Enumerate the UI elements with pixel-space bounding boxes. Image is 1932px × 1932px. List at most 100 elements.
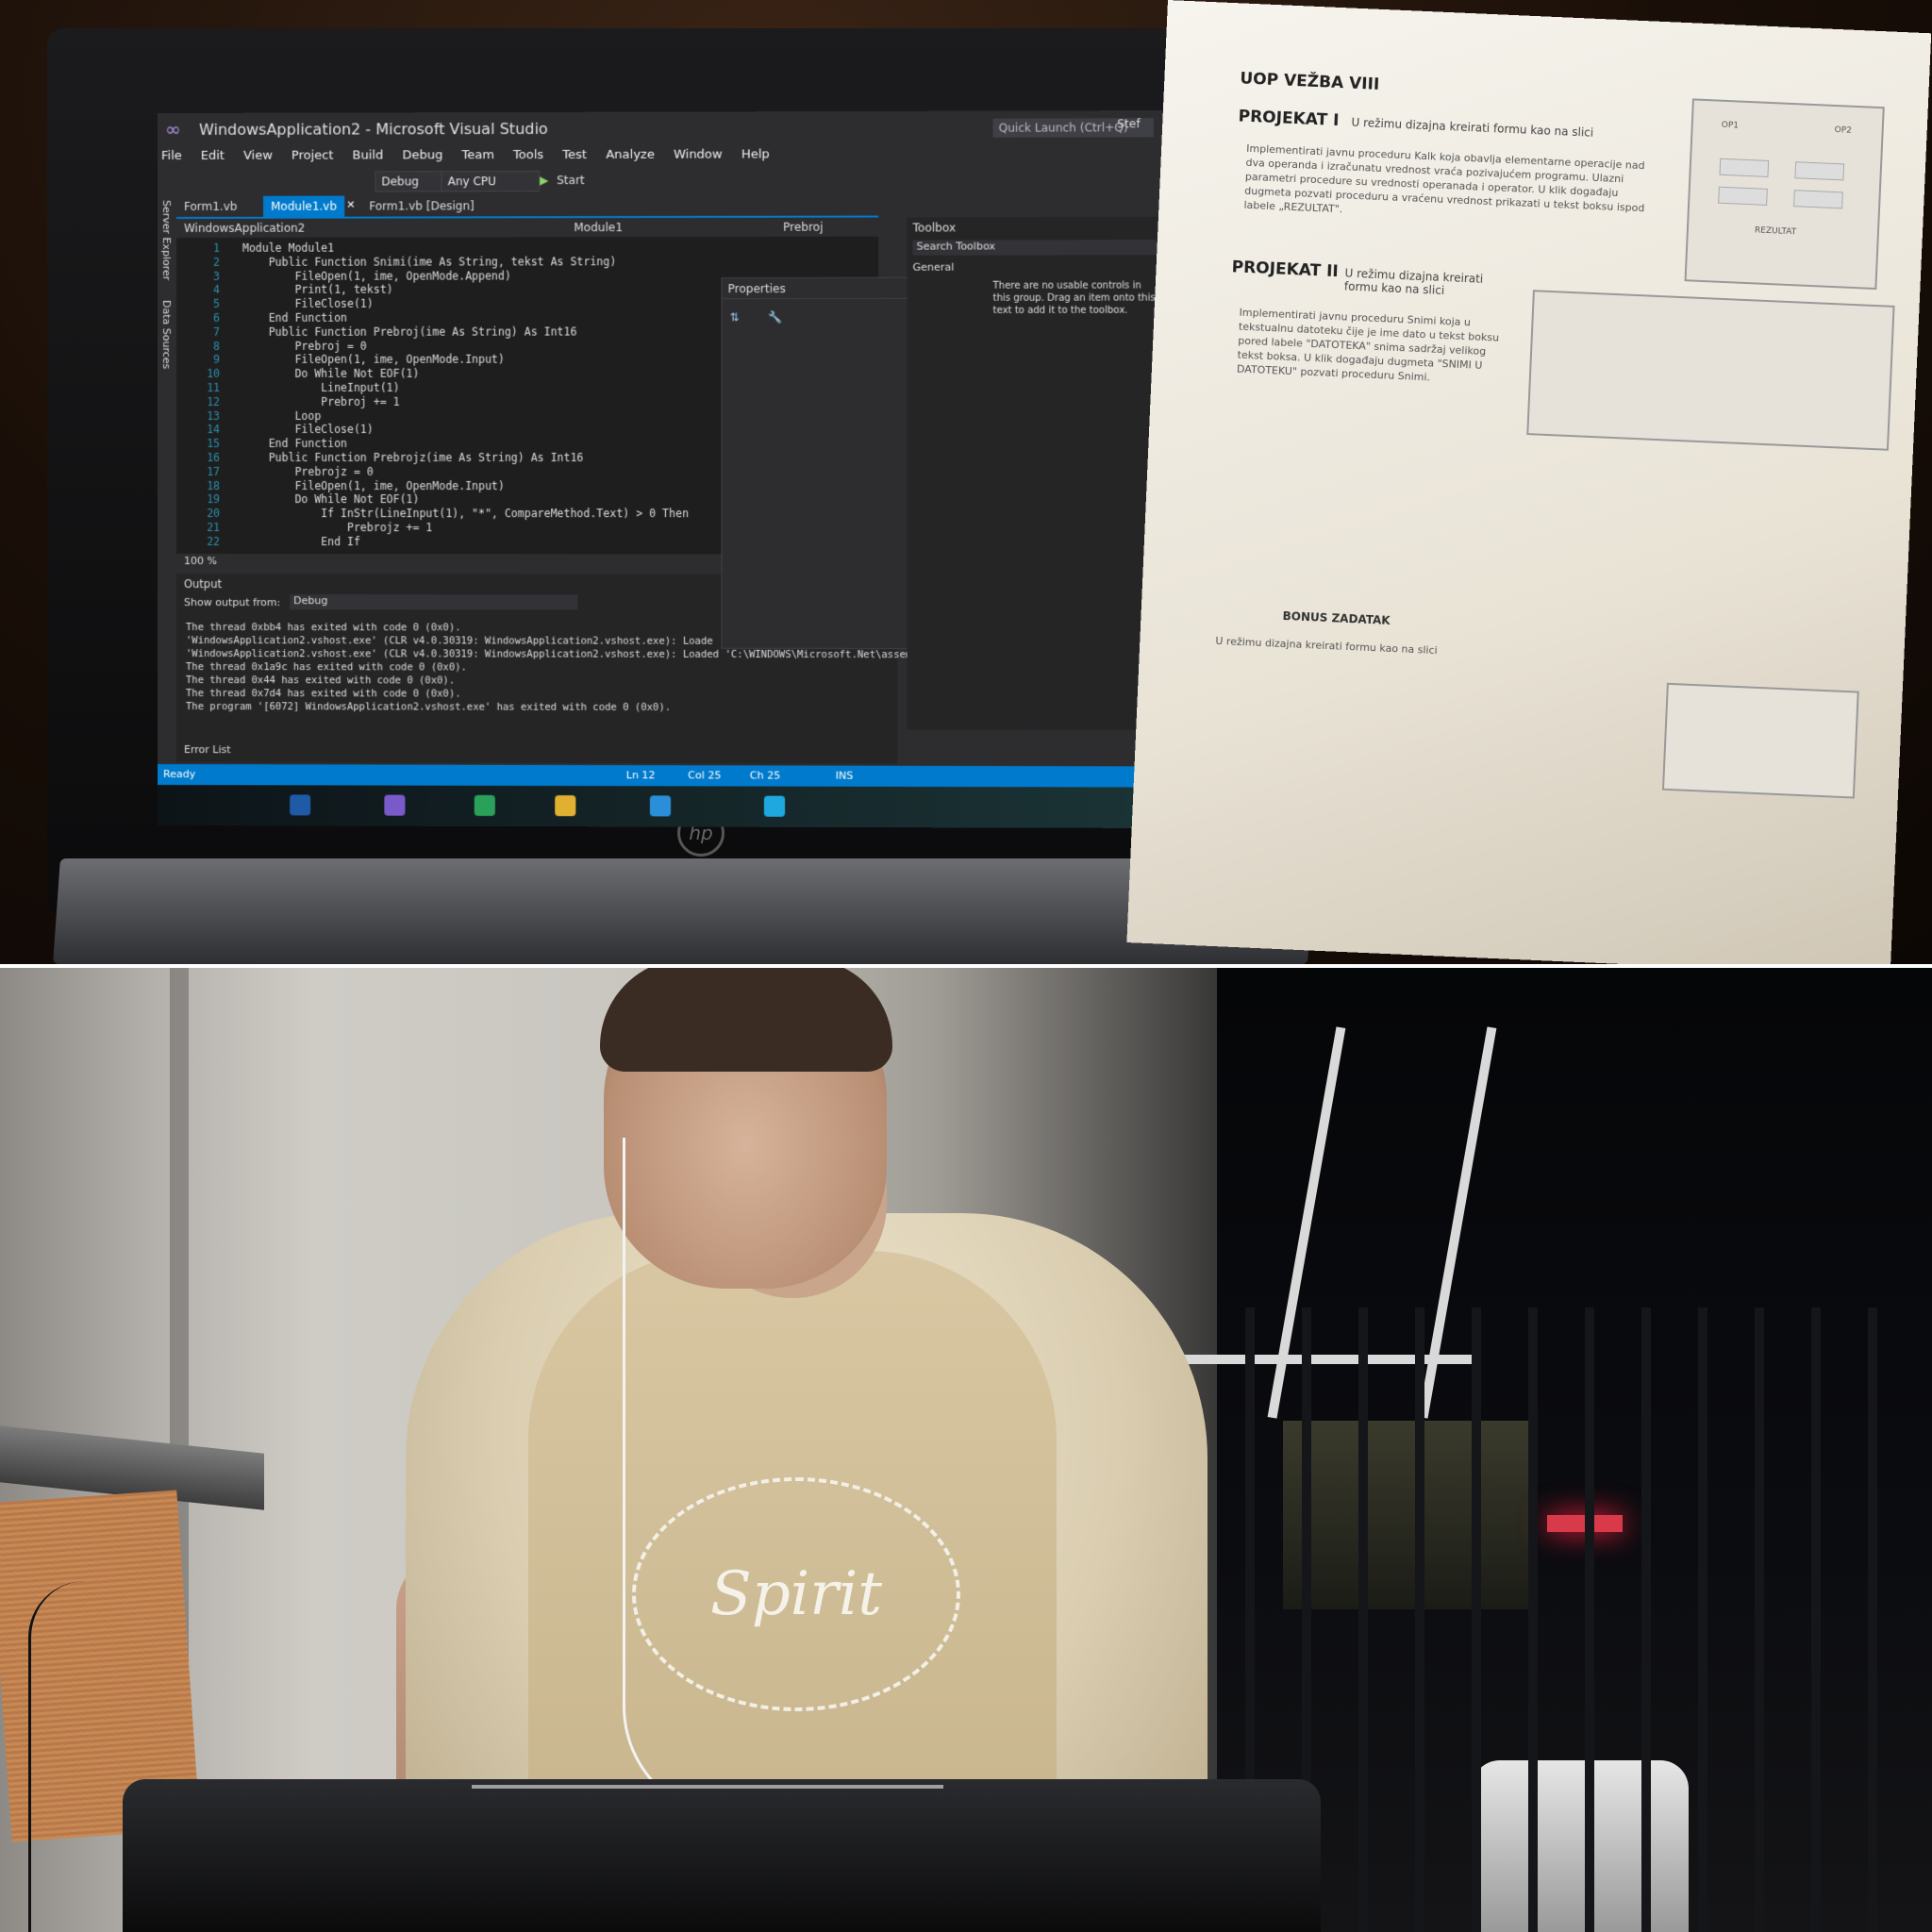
laptop-edge-highlight	[472, 1785, 943, 1789]
code-line[interactable]: Print(1, tekst)	[242, 283, 393, 296]
code-line[interactable]: Do While Not EOF(1)	[242, 367, 420, 380]
menu-test[interactable]: Test	[562, 144, 587, 167]
line-number: 5	[213, 297, 221, 311]
project-dropdown[interactable]: WindowsApplication2	[184, 219, 305, 238]
earphone-cable	[623, 1138, 833, 1820]
file-explorer-taskbar-icon[interactable]	[474, 794, 495, 816]
code-line[interactable]: FileOpen(1, ime, OpenMode.Input)	[242, 479, 505, 492]
tab-module1-vb[interactable]: Module1.vb	[263, 195, 345, 217]
code-line[interactable]: FileClose(1)	[242, 297, 374, 310]
show-output-label: Show output from:	[184, 596, 281, 609]
skype-taskbar-icon[interactable]	[763, 795, 786, 817]
code-line[interactable]: FileOpen(1, ime, OpenMode.Append)	[242, 269, 511, 282]
menu-build[interactable]: Build	[353, 144, 384, 167]
code-line[interactable]: FileOpen(1, ime, OpenMode.Input)	[242, 353, 505, 366]
code-line[interactable]: If InStr(LineInput(1), "*", CompareMetho…	[242, 507, 689, 520]
toolbox-group[interactable]: General	[913, 261, 955, 274]
vs-toolbar: Debug Any CPU ▶ Start Stef	[158, 117, 1169, 194]
code-line[interactable]: Public Function Prebrojz(ime As String) …	[242, 451, 584, 464]
browser-taskbar-icon[interactable]	[649, 795, 672, 817]
laptop-screen: ∞ WindowsApplication2 - Microsoft Visual…	[158, 110, 1170, 828]
railing-bar	[1698, 1307, 1707, 1932]
code-line[interactable]: LineInput(1)	[242, 381, 399, 394]
start-menu-icon[interactable]	[290, 794, 311, 816]
output-line: The thread 0x7d4 has exited with code 0 …	[186, 688, 461, 700]
member-dropdown[interactable]: Prebroj	[783, 218, 823, 237]
line-number: 17	[207, 464, 221, 478]
code-line[interactable]: Prebrojz = 0	[242, 465, 374, 478]
menu-help[interactable]: Help	[741, 143, 770, 166]
menu-project[interactable]: Project	[291, 145, 334, 168]
code-line[interactable]: Prebroj = 0	[242, 339, 367, 352]
line-number: 15	[207, 437, 221, 451]
output-line: 'WindowsApplication2.vshost.exe' (CLR v4…	[186, 648, 942, 661]
code-line[interactable]: End Function	[242, 311, 347, 325]
line-number: 16	[207, 450, 221, 464]
config-dropdown[interactable]: Debug	[375, 171, 445, 192]
module-dropdown[interactable]: Module1	[574, 218, 623, 237]
tab-close-icon[interactable]: ✕	[346, 199, 355, 211]
railing-bar	[1868, 1307, 1877, 1932]
railing-bar	[1755, 1307, 1764, 1932]
code-line[interactable]: Public Function Snimi(ime As String, tek…	[242, 255, 617, 269]
start-icon[interactable]: ▶	[540, 167, 548, 193]
toolbox-panel: Toolbox Search Toolbox General There are…	[907, 216, 1170, 731]
menu-edit[interactable]: Edit	[201, 145, 225, 168]
menu-tools[interactable]: Tools	[513, 144, 543, 167]
start-button[interactable]: Start	[557, 167, 585, 193]
menu-view[interactable]: View	[243, 145, 273, 168]
line-number: 4	[213, 283, 221, 297]
error-list-tab[interactable]: Error List	[184, 743, 231, 756]
sort-icon[interactable]: ⇅	[730, 310, 740, 324]
output-title: Output	[184, 577, 222, 591]
code-line[interactable]: Module Module1	[242, 242, 334, 255]
code-line[interactable]: Public Function Prebroj(ime As String) A…	[242, 325, 577, 338]
tab-form1-vb[interactable]: Form1.vb	[176, 196, 244, 217]
data-sources-tab[interactable]: Data Sources	[160, 300, 173, 369]
code-line[interactable]: Do While Not EOF(1)	[242, 492, 420, 506]
sketch-button	[1793, 190, 1843, 209]
line-number: 2	[213, 255, 221, 269]
toolbox-search[interactable]: Search Toolbox	[912, 240, 1166, 256]
code-lines: 1 Module Module1 2 Public Function Snimi(i…	[176, 237, 878, 548]
menu-debug[interactable]: Debug	[402, 144, 442, 167]
code-line[interactable]: End Function	[242, 437, 347, 450]
menu-team[interactable]: Team	[461, 144, 494, 167]
code-line[interactable]: Prebroj += 1	[242, 395, 399, 408]
code-line[interactable]: Loop	[242, 409, 322, 423]
railing-bar	[1528, 1307, 1538, 1932]
code-line[interactable]: Prebrojz += 1	[242, 521, 432, 534]
tab-form1-design[interactable]: Form1.vb [Design]	[361, 195, 482, 216]
form-sketch-3	[1661, 682, 1859, 799]
line-number: 7	[213, 325, 221, 339]
document-tabs: Form1.vb Module1.vb ✕ Form1.vb [Design]	[176, 194, 878, 217]
railing-bar	[1641, 1307, 1651, 1932]
visual-studio-taskbar-icon[interactable]	[384, 794, 406, 816]
menu-window[interactable]: Window	[674, 144, 723, 167]
platform-dropdown[interactable]: Any CPU	[441, 171, 541, 192]
show-output-dropdown[interactable]: Debug	[290, 594, 578, 610]
line-number: 19	[207, 492, 221, 507]
user-name[interactable]: Stef	[1117, 110, 1140, 137]
line-number: 22	[207, 534, 221, 548]
code-line[interactable]: FileClose(1)	[242, 423, 374, 436]
status-ch: Ch 25	[749, 769, 781, 782]
sketch-label-result: REZULTAT	[1754, 225, 1797, 238]
top-photo: hp ∞ WindowsApplication2 - Microsoft Vis…	[0, 0, 1932, 964]
folder-taskbar-icon[interactable]	[555, 795, 576, 817]
railing-bar	[1358, 1307, 1368, 1932]
menu-analyze[interactable]: Analyze	[606, 144, 655, 167]
server-explorer-tab[interactable]: Server Explorer	[160, 200, 173, 280]
line-number: 3	[213, 269, 221, 283]
code-line[interactable]: End If	[242, 535, 360, 548]
visual-studio-logo-icon: ∞	[164, 117, 181, 141]
side-strip: Server Explorer Data Sources	[158, 195, 176, 669]
status-ready: Ready	[162, 768, 196, 781]
navigation-bar: WindowsApplication2 Module1 Prebroj	[175, 217, 879, 238]
bonus-heading: BONUS ZADATAK	[1282, 608, 1391, 627]
project2-intro: U režimu dizajna kreirati formu kao na s…	[1343, 266, 1484, 298]
wrench-icon[interactable]: 🔧	[768, 310, 782, 324]
menu-file[interactable]: File	[161, 145, 182, 168]
line-number: 1	[213, 241, 221, 255]
project1-intro: U režimu dizajna kreirati formu kao na s…	[1351, 115, 1594, 140]
